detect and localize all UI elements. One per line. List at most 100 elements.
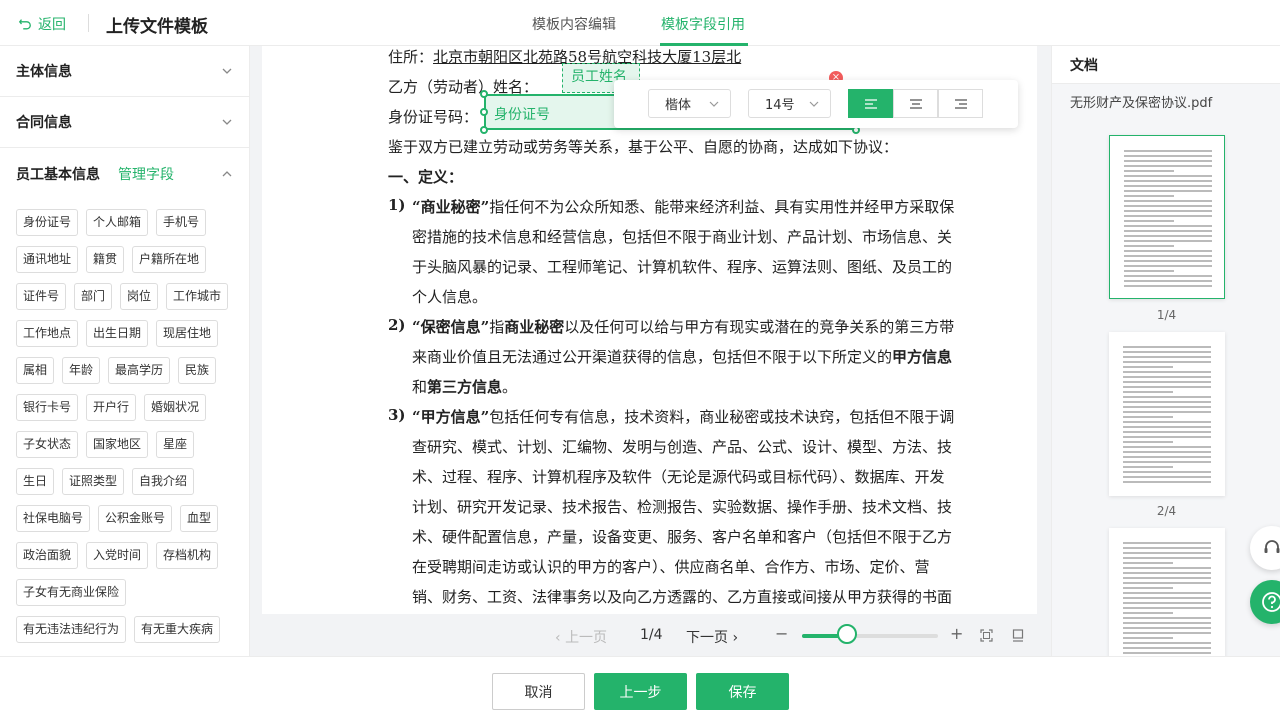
field-tag[interactable]: 个人邮箱 <box>86 209 149 236</box>
align-left-button[interactable] <box>848 89 893 118</box>
zoom-out-icon[interactable]: − <box>775 624 788 643</box>
item-line: 和第三方信息。 <box>412 376 517 397</box>
next-page-button[interactable]: 下一页 › <box>686 627 738 647</box>
field-tag[interactable]: 血型 <box>180 505 219 532</box>
item-line: 计划、研究开发记录、技术报告、检测报告、实验数据、操作手册、技术文档、技 <box>412 498 953 516</box>
thumbnail-text-line <box>1123 612 1173 614</box>
field-tag[interactable]: 年龄 <box>62 357 101 384</box>
zoom-slider[interactable] <box>802 634 938 638</box>
intro-line: 鉴于双方已建立劳动或劳务等关系，基于公平、自愿的协商，达成如下协议： <box>388 138 899 156</box>
item-number: 1) <box>388 196 406 214</box>
field-tag[interactable]: 岗位 <box>120 283 159 310</box>
field-tag[interactable]: 星座 <box>156 431 195 458</box>
field-tag[interactable]: 工作地点 <box>16 320 79 347</box>
footer-actions: 取消 上一步 保存 <box>0 656 1280 713</box>
field-tag[interactable]: 生日 <box>16 468 55 495</box>
document-page: 住所：北京市朝阳区北苑路58号航空科技大厦13层北 乙方（劳动者）姓名：_ 身份… <box>262 46 1037 614</box>
resize-handle[interactable] <box>480 108 488 116</box>
field-tag[interactable]: 政治面貌 <box>16 542 79 569</box>
thumbnail-text-line <box>1123 381 1211 383</box>
zoom-in-icon[interactable]: + <box>950 624 963 643</box>
item-term: 商业秘密 <box>504 318 565 336</box>
zoom-slider-handle[interactable] <box>836 624 857 644</box>
thumbnail-text-line <box>1123 361 1211 363</box>
tab-template-field-reference[interactable]: 模板字段引用 <box>661 14 745 34</box>
section-contract-info[interactable]: 合同信息 <box>0 97 249 148</box>
page-title: 上传文件模板 <box>106 17 208 37</box>
field-panel: 主体信息 合同信息 员工基本信息 管理字段 身份证号 个人邮箱 手机号通讯地址 籍贯 户籍… <box>0 46 250 656</box>
field-tag[interactable]: 民族 <box>178 357 217 384</box>
field-tag[interactable]: 现居住地 <box>156 320 219 347</box>
thumbnail-text-line <box>1124 260 1212 262</box>
item-line: 查研究、模式、计划、汇编物、发明与创造、产品、公式、设计、模型、方法、技 <box>412 438 953 456</box>
prev-page-button[interactable]: ‹ 上一页 <box>555 627 607 647</box>
item-term: “商业秘密” <box>412 198 490 216</box>
field-tag-list: 身份证号 个人邮箱 手机号通讯地址 籍贯 户籍所在地证件号 部门 岗位 工作城市工作地点 出生日… <box>0 199 249 643</box>
field-tag[interactable]: 证件号 <box>16 283 67 310</box>
field-tag[interactable]: 有无违法违纪行为 <box>16 616 127 643</box>
thumbnail-text-line <box>1123 572 1211 574</box>
section-subject-info[interactable]: 主体信息 <box>0 46 249 97</box>
resize-handle[interactable] <box>480 90 488 98</box>
fit-page-icon[interactable] <box>1012 629 1024 642</box>
id-number-line: 身份证号码： <box>388 106 478 127</box>
page-thumbnail[interactable] <box>1109 135 1225 299</box>
item-text: 以及任何可以给与甲方有现实或潜在的竞争关系的第三方带 <box>564 318 955 336</box>
thumbnail-text-line <box>1123 421 1211 423</box>
thumbnail-text-line <box>1123 391 1173 393</box>
fit-screen-icon[interactable] <box>980 629 993 642</box>
section-employee-basic-info[interactable]: 员工基本信息 管理字段 <box>0 148 249 199</box>
field-tag[interactable]: 社保电脑号 <box>16 505 91 532</box>
field-tag[interactable]: 存档机构 <box>156 542 219 569</box>
item-number: 3) <box>388 406 406 424</box>
field-tag[interactable]: 户籍所在地 <box>132 246 207 273</box>
field-tag[interactable]: 入党时间 <box>86 542 149 569</box>
address-label: 住所： <box>388 48 434 66</box>
field-tag[interactable]: 有无重大疾病 <box>134 616 221 643</box>
align-center-button[interactable] <box>893 89 938 118</box>
field-tag[interactable]: 子女有无商业保险 <box>16 579 127 606</box>
field-tag[interactable]: 工作城市 <box>166 283 229 310</box>
file-name: 无形财产及保密协议.pdf <box>1052 84 1280 119</box>
font-select[interactable]: 楷体 <box>648 89 731 118</box>
field-tag[interactable]: 银行卡号 <box>16 394 79 421</box>
font-size-select[interactable]: 14号 <box>748 89 831 118</box>
page-thumbnail[interactable] <box>1109 528 1225 656</box>
field-tag[interactable]: 开户行 <box>86 394 137 421</box>
field-tag[interactable]: 籍贯 <box>86 246 125 273</box>
return-icon <box>18 19 31 30</box>
resize-handle[interactable] <box>480 126 488 134</box>
field-tag[interactable]: 子女状态 <box>16 431 79 458</box>
field-tag[interactable]: 国家地区 <box>86 431 149 458</box>
save-button[interactable]: 保存 <box>696 673 789 710</box>
previous-step-button[interactable]: 上一步 <box>594 673 687 710</box>
thumbnail-text-line <box>1123 622 1211 624</box>
back-button[interactable]: 返回 <box>18 14 66 34</box>
field-tag[interactable]: 属相 <box>16 357 55 384</box>
thumbnail-text-line <box>1124 230 1212 232</box>
field-tag[interactable]: 手机号 <box>156 209 207 236</box>
item-line: “甲方信息”包括任何专有信息，技术资料，商业秘密或技术诀窍，包括但不限于调 <box>412 406 954 427</box>
thumbnail-text-line <box>1123 597 1211 599</box>
field-tag[interactable]: 证照类型 <box>62 468 125 495</box>
field-tag[interactable]: 部门 <box>74 283 113 310</box>
align-right-button[interactable] <box>938 89 983 118</box>
field-tag[interactable]: 自我介绍 <box>132 468 195 495</box>
field-tag[interactable]: 身份证号 <box>16 209 79 236</box>
cancel-button[interactable]: 取消 <box>492 673 585 710</box>
thumbnail-text-line <box>1123 617 1211 619</box>
thumbnail-text-line <box>1123 471 1211 473</box>
field-tag[interactable]: 出生日期 <box>86 320 149 347</box>
tab-template-content-edit[interactable]: 模板内容编辑 <box>532 14 616 34</box>
field-tag[interactable]: 最高学历 <box>108 357 171 384</box>
thumbnail-text-line <box>1123 592 1211 594</box>
field-tag[interactable]: 公积金账号 <box>98 505 173 532</box>
thumbnail-text-line <box>1124 225 1212 227</box>
item-text: 。 <box>502 378 518 396</box>
thumbnail-text-line <box>1124 185 1212 187</box>
page-thumbnail[interactable] <box>1109 332 1225 496</box>
field-tag[interactable]: 婚姻状况 <box>144 394 207 421</box>
manage-fields-link[interactable]: 管理字段 <box>118 167 174 183</box>
field-tag[interactable]: 通讯地址 <box>16 246 79 273</box>
thumbnail-text-line <box>1123 456 1211 458</box>
